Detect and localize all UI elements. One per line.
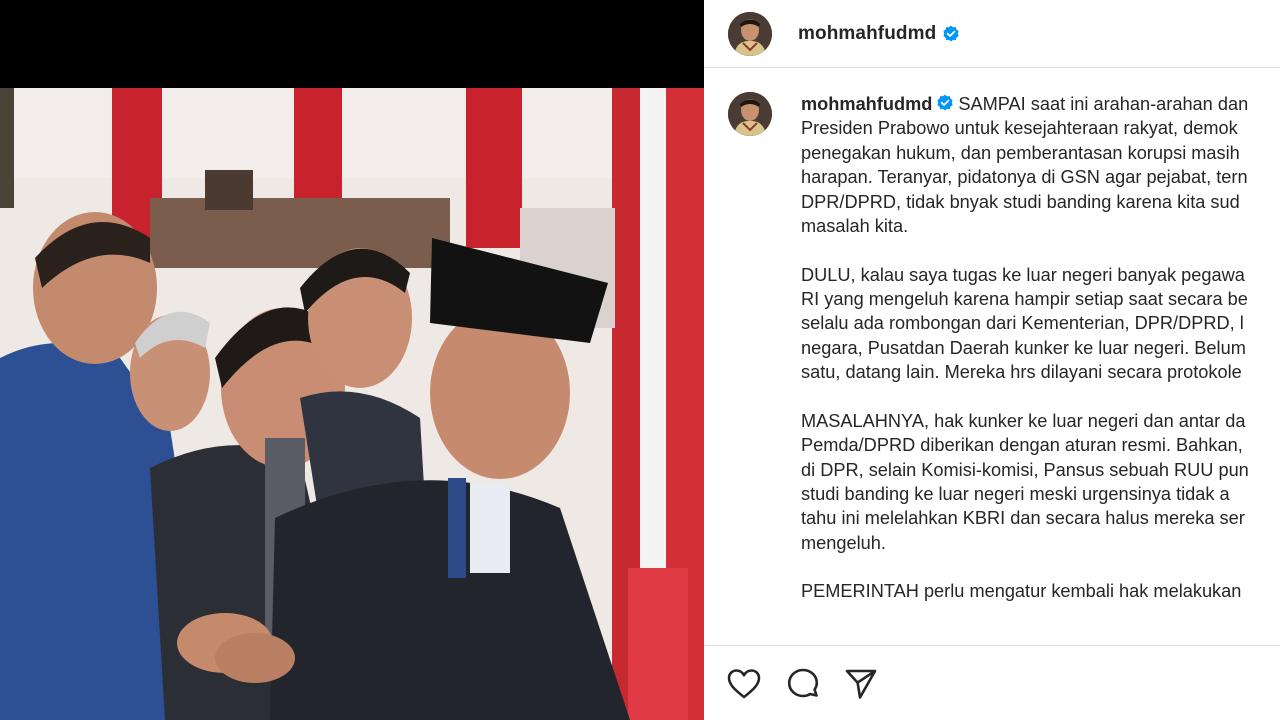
caption-line: satu, datang lain. Mereka hrs dilayani s… bbox=[801, 362, 1242, 383]
caption-line: RI yang mengeluh karena hampir setiap sa… bbox=[801, 289, 1248, 310]
caption-line: MASALAHNYA, hak kunker ke luar negeri da… bbox=[801, 410, 1246, 431]
caption-line: studi banding ke luar negeri meski urgen… bbox=[801, 484, 1230, 505]
caption-line: mengeluh. bbox=[801, 532, 886, 553]
author-username[interactable]: mohmahfudmd bbox=[798, 23, 936, 45]
caption-line: tahu ini melelahkan KBRI dan secara halu… bbox=[801, 508, 1245, 529]
post-sidebar: mohmahfudmd mohmahfudmd SAMPAI saat ini a… bbox=[704, 0, 1280, 720]
caption-paragraph: DULU, kalau saya tugas ke luar negeri ba… bbox=[801, 263, 1280, 385]
author-avatar[interactable] bbox=[728, 11, 772, 56]
heart-icon bbox=[727, 669, 761, 699]
caption-paragraph: PEMERINTAH perlu mengatur kembali hak me… bbox=[801, 579, 1280, 603]
post-actions-bar bbox=[704, 645, 1280, 720]
caption-line: PEMERINTAH perlu mengatur kembali hak me… bbox=[801, 581, 1242, 602]
caption-line: penegakan hukum, dan pemberantasan korup… bbox=[801, 142, 1240, 163]
caption-line: Pemda/DPRD diberikan dengan aturan resmi… bbox=[801, 435, 1243, 456]
caption-area: mohmahfudmd SAMPAI saat ini arahan-arahan… bbox=[704, 68, 1280, 644]
post-header: mohmahfudmd bbox=[704, 0, 1280, 68]
verified-badge-icon bbox=[937, 94, 953, 111]
comment-icon bbox=[787, 668, 819, 698]
like-button[interactable] bbox=[726, 666, 762, 702]
caption-paragraph: MASALAHNYA, hak kunker ke luar negeri da… bbox=[801, 409, 1280, 555]
caption-author-username[interactable]: mohmahfudmd bbox=[801, 94, 932, 114]
comment-button[interactable] bbox=[785, 666, 821, 702]
caption-line: negara, Pusatdan Daerah kunker ke luar n… bbox=[801, 337, 1246, 358]
caption-line: mohmahfudmd SAMPAI saat ini arahan-arahan… bbox=[801, 94, 1249, 114]
post-photo[interactable] bbox=[0, 88, 704, 720]
verified-badge-icon bbox=[943, 25, 959, 41]
caption-author-avatar[interactable] bbox=[728, 92, 772, 136]
caption-paragraph: mohmahfudmd SAMPAI saat ini arahan-arahan… bbox=[801, 92, 1280, 238]
caption-line: DULU, kalau saya tugas ke luar negeri ba… bbox=[801, 264, 1245, 285]
caption-line: harapan. Teranyar, pidatonya di GSN agar… bbox=[801, 167, 1248, 188]
post-media-pane bbox=[0, 0, 704, 720]
send-icon bbox=[845, 669, 877, 699]
caption-line: Presiden Prabowo untuk kesejahteraan rak… bbox=[801, 118, 1238, 139]
avatar-image bbox=[728, 92, 772, 136]
share-button[interactable] bbox=[843, 666, 879, 702]
post-caption: mohmahfudmd SAMPAI saat ini arahan-arahan… bbox=[801, 92, 1280, 628]
caption-line: masalah kita. bbox=[801, 216, 909, 237]
caption-line: DPR/DPRD, tidak bnyak studi banding kare… bbox=[801, 191, 1240, 212]
photo-illustration bbox=[0, 88, 704, 720]
avatar-image bbox=[728, 11, 772, 56]
caption-line: selalu ada rombongan dari Kementerian, D… bbox=[801, 313, 1244, 334]
caption-line: di DPR, selain Komisi-komisi, Pansus seb… bbox=[801, 459, 1249, 480]
